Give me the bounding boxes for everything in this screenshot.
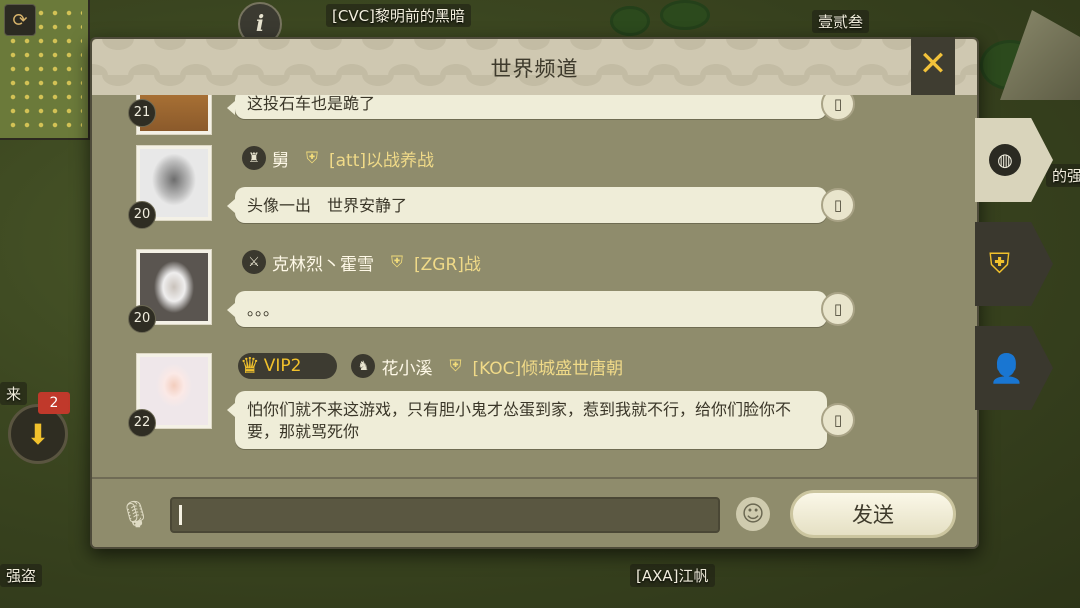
- guild-name[interactable]: [att]以战养战: [329, 146, 434, 171]
- chat-message: 20 ⚔ 克林烈丶霍雪 ⛨ [ZGR]战 。。。 ▯: [92, 249, 977, 339]
- guild-name[interactable]: [KOC]倾城盛世唐朝: [472, 354, 623, 379]
- microphone-icon[interactable]: 🎙: [119, 497, 152, 533]
- translate-icon[interactable]: ▯: [821, 292, 855, 326]
- guild-name[interactable]: [ZGR]战: [414, 250, 481, 275]
- message-meta: ⚔ 克林烈丶霍雪 ⛨ [ZGR]战: [242, 249, 481, 275]
- map-city-label[interactable]: 壹贰叁: [812, 10, 870, 33]
- message-list[interactable]: 21 这投石车也是跪了 ▯ 20 ♜ 舅 ⛨ [att]以战养战 头像一出 世界…: [92, 95, 977, 479]
- level-badge: 21: [128, 99, 156, 127]
- message-meta: ♛ VIP2 ♞ 花小溪 ⛨ [KOC]倾城盛世唐朝: [238, 353, 623, 379]
- map-city-label[interactable]: 强盗: [0, 564, 43, 587]
- message-bubble[interactable]: 头像一出 世界安静了: [227, 187, 827, 223]
- panel-header: 世界频道: [92, 39, 977, 97]
- player-name[interactable]: 舅: [272, 146, 289, 171]
- rank-icon: ♜: [242, 146, 266, 170]
- contact-icon: 👤: [989, 351, 1024, 385]
- chat-message: 22 ♛ VIP2 ♞ 花小溪 ⛨ [KOC]倾城盛世唐朝 怕你们就不来这游戏，…: [92, 353, 977, 473]
- map-city-label[interactable]: 的强盗: [1046, 164, 1080, 187]
- map-city-label[interactable]: [AXA]江帆: [630, 564, 715, 587]
- chat-message: 21 这投石车也是跪了 ▯: [92, 95, 977, 139]
- chat-panel: 世界频道 ✕ 21 这投石车也是跪了 ▯ 20 ♜ 舅 ⛨ [att]以战养战: [90, 37, 979, 549]
- map-city-label[interactable]: [CVC]黎明前的黑暗: [326, 4, 471, 27]
- alliance-shield-icon: ⛨: [989, 247, 1011, 280]
- player-name[interactable]: 花小溪: [381, 354, 432, 379]
- rank-icon: ♞: [351, 354, 376, 378]
- chat-input-bar: 🎙 ☺ 发送: [92, 477, 977, 547]
- message-input[interactable]: [170, 497, 720, 533]
- vip-badge: ♛ VIP2: [238, 353, 338, 379]
- tree-decoration: [610, 6, 650, 36]
- shield-icon: ⛨: [390, 252, 403, 271]
- rank-icon: ⚔: [242, 250, 266, 274]
- chat-message: 20 ♜ 舅 ⛨ [att]以战养战 头像一出 世界安静了 ▯: [92, 145, 977, 235]
- message-meta: ♜ 舅 ⛨ [att]以战养战: [242, 145, 434, 171]
- notification-badge: 2: [38, 392, 70, 414]
- message-bubble[interactable]: 。。。: [227, 291, 827, 327]
- level-badge: 20: [128, 201, 156, 229]
- vip-level: VIP2: [263, 356, 302, 376]
- shield-icon: ⛨: [449, 356, 462, 375]
- globe-icon: ◍: [989, 144, 1021, 176]
- text-caret: [179, 505, 182, 525]
- message-bubble[interactable]: 这投石车也是跪了: [227, 95, 827, 119]
- translate-icon[interactable]: ▯: [821, 188, 855, 222]
- rotate-view-icon[interactable]: ⟳: [4, 4, 36, 36]
- player-name[interactable]: 克林烈丶霍雪: [272, 250, 374, 275]
- translate-icon[interactable]: ▯: [821, 95, 855, 121]
- map-city-label[interactable]: 来: [0, 382, 28, 405]
- level-badge: 22: [128, 409, 156, 437]
- shield-icon: ⛨: [305, 148, 318, 167]
- translate-icon[interactable]: ▯: [821, 403, 855, 437]
- tree-decoration: [660, 0, 710, 30]
- panel-title: 世界频道: [490, 57, 579, 81]
- level-badge: 20: [128, 305, 156, 333]
- emoji-icon[interactable]: ☺: [736, 497, 770, 531]
- crown-icon: ♛: [240, 353, 260, 379]
- message-bubble[interactable]: 怕你们就不来这游戏，只有胆小鬼才怂蛋到家，惹到我就不行，给你们脸你不要，那就骂死…: [227, 391, 827, 449]
- send-button[interactable]: 发送: [790, 490, 956, 538]
